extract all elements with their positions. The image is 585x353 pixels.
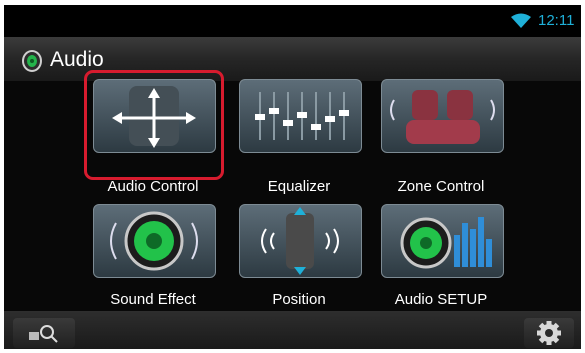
equalizer-label: Equalizer [267, 178, 331, 195]
clock: 12:11 [538, 12, 575, 29]
position-label: Position [272, 291, 326, 308]
audio-setup-button[interactable] [381, 204, 504, 278]
green-speaker-icon [110, 211, 198, 271]
sound-effect-button[interactable] [93, 204, 216, 278]
position-button[interactable] [239, 204, 362, 278]
bottom-bar [4, 311, 581, 349]
zone-control-label: Zone Control [397, 178, 485, 195]
zone-control-button[interactable] [381, 79, 504, 153]
head-unit-screen: 12:11 Audio Audio Control Equalizer Zone… [4, 5, 581, 349]
equalizer-sliders-icon [255, 92, 349, 140]
page-title: Audio [50, 48, 104, 71]
status-bar: 12:11 [4, 5, 581, 37]
wifi-icon [511, 13, 531, 28]
selection-highlight [84, 70, 224, 180]
audio-control-label: Audio Control [107, 178, 199, 195]
source-search-button[interactable] [13, 318, 75, 348]
source-search-icon [29, 325, 58, 343]
equalizer-button[interactable] [239, 79, 362, 153]
seat-position-icon [261, 207, 339, 275]
speaker-icon [22, 50, 42, 72]
sound-effect-label: Sound Effect [110, 291, 196, 308]
settings-button[interactable] [524, 318, 574, 348]
audio-setup-label: Audio SETUP [394, 291, 488, 308]
car-seats-icon [390, 90, 495, 144]
gear-icon [537, 321, 561, 345]
speaker-levels-icon [400, 217, 492, 269]
